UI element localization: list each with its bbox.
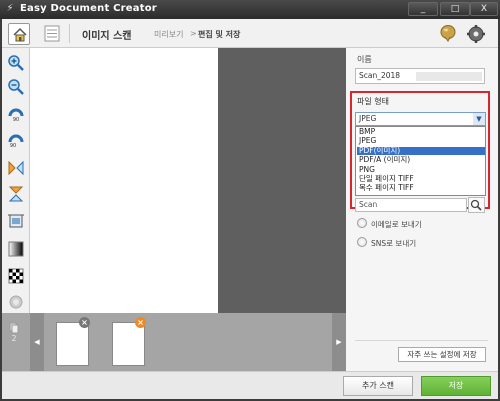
page-counter: 2 (4, 318, 24, 354)
chevron-down-icon[interactable]: ▼ (473, 113, 485, 125)
home-button[interactable] (8, 23, 30, 45)
filename-input[interactable]: Scan_2018 (355, 68, 485, 84)
send-sns-radio[interactable] (357, 237, 367, 247)
send-sns-label: SNS로 보내기 (371, 239, 417, 248)
search-icon (470, 199, 482, 211)
preview-background (218, 48, 346, 313)
svg-text:90: 90 (10, 143, 16, 149)
format-option-png[interactable]: PNG (357, 165, 485, 174)
file-format-dropdown[interactable]: JPEG ▼ (355, 112, 486, 126)
rotate-left-90-icon[interactable]: 90 (7, 131, 25, 149)
maximize-button[interactable]: □ (440, 2, 470, 16)
panel-divider (355, 340, 488, 341)
rotate-right-90-icon[interactable]: 90 (7, 105, 25, 123)
brightness-icon[interactable] (7, 240, 25, 258)
app-title: Easy Document Creator (20, 3, 157, 14)
filename-redacted (416, 72, 482, 81)
top-toolbar: 이미지 스캔 미리보기 > 편집 및 저장 (2, 19, 498, 48)
name-label: 이름 (357, 55, 372, 64)
save-location-value: Scan (359, 200, 378, 209)
file-format-label: 파일 형태 (357, 97, 389, 106)
save-location-input[interactable]: Scan (355, 198, 467, 212)
help-bulb-icon[interactable] (439, 24, 457, 42)
breadcrumb-separator: > (190, 29, 197, 38)
page-count: 2 (11, 334, 17, 343)
page-thumbnail[interactable] (112, 322, 145, 366)
home-icon (13, 27, 27, 42)
pages-icon (9, 322, 19, 334)
flip-vertical-icon[interactable] (7, 185, 25, 203)
send-email-label: 이메일로 보내기 (371, 220, 422, 229)
format-option-pdf-image[interactable]: PDF(이미지) (357, 146, 485, 156)
close-button[interactable]: X (470, 2, 498, 16)
minimize-button[interactable]: _ (408, 2, 438, 16)
zoom-in-icon[interactable] (7, 54, 25, 72)
svg-text:90: 90 (13, 117, 19, 123)
list-view-icon[interactable] (44, 25, 60, 42)
format-option-jpeg[interactable]: JPEG (357, 136, 485, 145)
remove-page-button[interactable]: × (135, 317, 146, 328)
breadcrumb-edit-save: 편집 및 저장 (198, 30, 241, 39)
thumbnail-strip (2, 313, 346, 371)
mode-title: 이미지 스캔 (82, 31, 132, 42)
send-email-radio[interactable] (357, 218, 367, 228)
file-format-selected: JPEG (359, 114, 377, 123)
file-format-options: BMP JPEG PDF(이미지) PDF/A (이미지) PNG 단일 페이지… (355, 126, 486, 196)
format-option-pdfa-image[interactable]: PDF/A (이미지) (357, 155, 485, 164)
scroll-left-arrow[interactable]: ◀ (30, 313, 44, 371)
crop-icon[interactable] (7, 212, 25, 230)
toolbar-divider (69, 24, 70, 43)
edit-tools-sidebar: 90 90 (2, 48, 30, 313)
filename-value: Scan_2018 (359, 71, 401, 80)
page-thumbnail[interactable] (56, 322, 89, 366)
scan-preview-page[interactable] (30, 48, 218, 313)
save-preset-button[interactable]: 자주 쓰는 설정에 저장 (398, 347, 486, 362)
contrast-icon[interactable] (7, 267, 25, 285)
gear-icon[interactable] (466, 24, 486, 44)
add-scan-button[interactable]: 추가 스캔 (343, 376, 413, 396)
format-option-multi-tiff[interactable]: 복수 페이지 TIFF (357, 183, 485, 192)
flip-horizontal-icon[interactable] (7, 159, 25, 177)
scroll-right-arrow[interactable]: ▶ (332, 313, 346, 371)
breadcrumb-preview[interactable]: 미리보기 (154, 29, 183, 40)
remove-page-button[interactable]: × (79, 317, 90, 328)
save-button[interactable]: 저장 (421, 376, 491, 396)
browse-button[interactable] (468, 197, 485, 213)
auto-correct-icon[interactable] (7, 293, 25, 311)
format-option-bmp[interactable]: BMP (357, 127, 485, 136)
zoom-out-icon[interactable] (7, 78, 25, 96)
scanner-app-icon: ⚡ (6, 3, 14, 14)
